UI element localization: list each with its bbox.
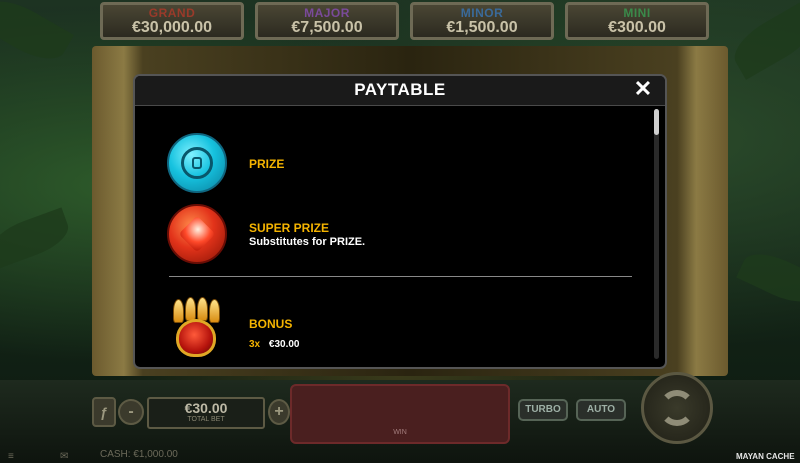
jackpot-bar: GRAND €30,000.00 MAJOR €7,500.00 MINOR €… xyxy=(100,0,709,44)
jackpot-name: MINOR xyxy=(460,6,504,20)
close-icon[interactable]: ✕ xyxy=(633,78,653,100)
jackpot-grand: GRAND €30,000.00 xyxy=(100,2,244,40)
gem-icon xyxy=(178,215,216,253)
total-bet-display: €30.00 TOTAL BET xyxy=(147,397,265,429)
scrollbar-track[interactable] xyxy=(654,109,659,359)
jackpot-name: GRAND xyxy=(148,6,196,20)
jackpot-name: MAJOR xyxy=(304,6,350,20)
jackpot-value: €30,000.00 xyxy=(131,19,213,36)
auto-button[interactable]: AUTO xyxy=(576,399,626,421)
payout-amount: €30.00 xyxy=(268,339,300,350)
mayan-face-icon xyxy=(181,147,213,179)
section-divider xyxy=(169,276,632,277)
menu-icon[interactable]: ≡ xyxy=(8,451,14,462)
modal-title: PAYTABLE xyxy=(354,80,446,99)
jackpot-name: MINI xyxy=(623,6,651,20)
total-bet-label: TOTAL BET xyxy=(187,416,225,423)
jackpot-major: MAJOR €7,500.00 xyxy=(255,2,399,40)
claw-icon xyxy=(209,299,220,323)
bet-minus-button[interactable]: - xyxy=(118,399,144,425)
spin-button[interactable] xyxy=(641,372,713,444)
payout-row: 3x €30.00 xyxy=(249,339,300,350)
jackpot-value: €7,500.00 xyxy=(291,19,363,36)
super-prize-coin-icon xyxy=(167,204,227,264)
total-bet-value: €30.00 xyxy=(184,400,228,416)
claw-icon xyxy=(173,299,184,323)
bonus-paw-icon xyxy=(167,297,225,361)
claw-icon xyxy=(197,297,208,321)
jackpot-value: €1,500.00 xyxy=(446,19,518,36)
game-brand: MAYAN CACHE xyxy=(736,452,795,461)
jackpot-minor: MINOR €1,500.00 xyxy=(410,2,554,40)
cash-balance: CASH: €1,000.00 xyxy=(100,449,178,460)
paytable-modal: PAYTABLE ✕ PRIZE SUPER PRIZE Substitutes… xyxy=(133,74,667,369)
payout-count: 3x xyxy=(249,339,261,350)
symbol-description: Substitutes for PRIZE. xyxy=(249,236,366,248)
win-label: WIN xyxy=(393,429,407,436)
jackpot-value: €300.00 xyxy=(608,19,666,36)
turbo-button[interactable]: TURBO xyxy=(518,399,568,421)
mayan-face-glyph xyxy=(192,157,202,169)
spin-arrows-icon xyxy=(659,390,695,426)
paytable-content: PRIZE SUPER PRIZE Substitutes for PRIZE.… xyxy=(135,107,645,367)
paw-pad-icon xyxy=(176,319,216,357)
bet-plus-button[interactable]: + xyxy=(268,399,290,425)
prize-coin-icon xyxy=(167,133,227,193)
jackpot-mini: MINI €300.00 xyxy=(565,2,709,40)
symbol-label: BONUS xyxy=(249,317,293,331)
claw-icon xyxy=(185,297,196,321)
scrollbar-thumb[interactable] xyxy=(654,109,659,135)
win-display: WIN xyxy=(290,384,510,444)
modal-header: PAYTABLE ✕ xyxy=(135,76,665,106)
info-button[interactable]: ƒ xyxy=(92,397,116,427)
sound-icon[interactable]: ✉ xyxy=(60,451,68,462)
symbol-label: SUPER PRIZE xyxy=(249,221,330,235)
symbol-label: PRIZE xyxy=(249,157,285,171)
